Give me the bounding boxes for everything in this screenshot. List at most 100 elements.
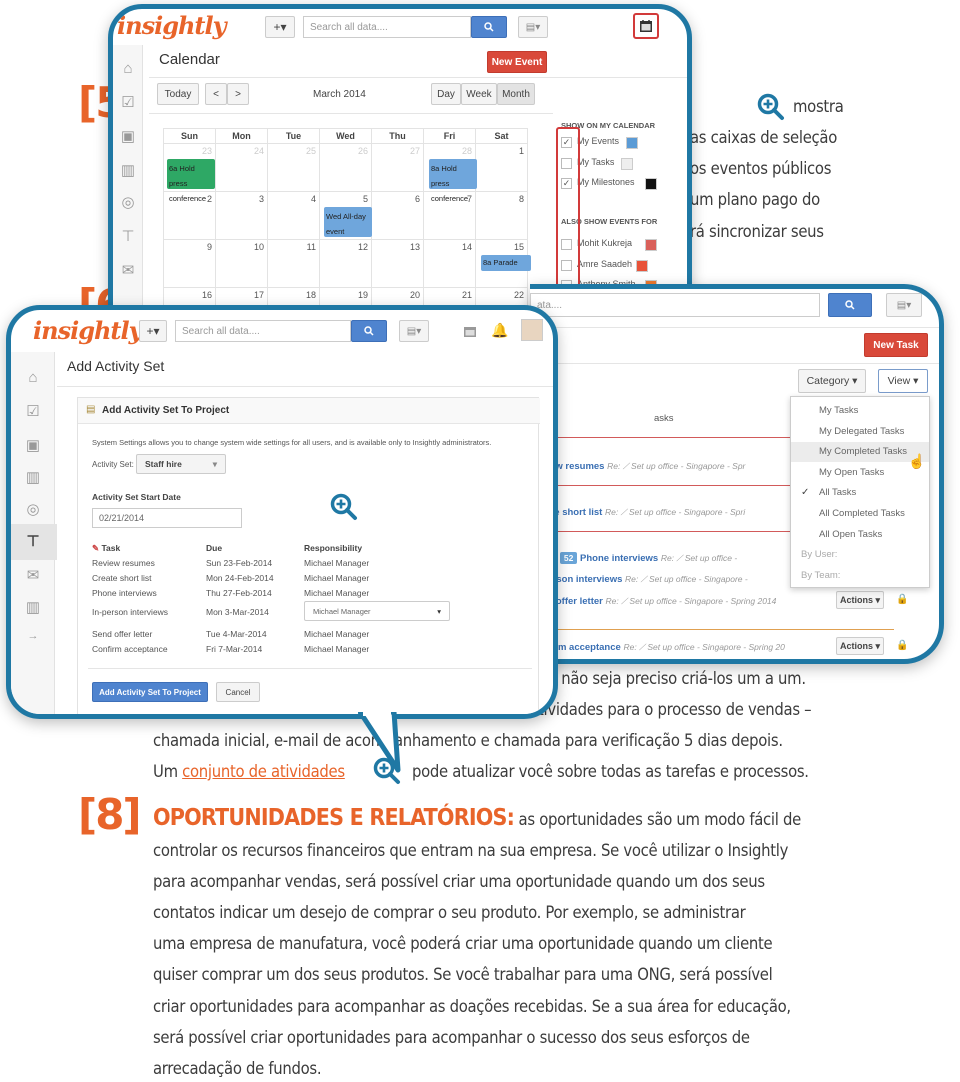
- card-title: Add Activity Set To Project: [102, 405, 230, 416]
- projects-icon[interactable]: ⊤: [24, 534, 42, 550]
- color-swatch[interactable]: [635, 259, 648, 272]
- menu-item[interactable]: My Completed Tasks: [819, 446, 907, 457]
- today-button[interactable]: Today: [157, 83, 199, 105]
- task-row[interactable]: Confirm acceptance Re: ⟋ Set up office -…: [530, 642, 785, 653]
- day-cell[interactable]: 13: [371, 239, 424, 288]
- search-button[interactable]: [828, 293, 872, 317]
- day-cell[interactable]: 24: [215, 143, 268, 192]
- view-day-button[interactable]: Day: [431, 83, 461, 105]
- reports-icon[interactable]: ▥: [24, 600, 42, 616]
- add-menu-button[interactable]: +▾: [139, 320, 167, 342]
- day-cell[interactable]: 12: [319, 239, 372, 288]
- organizations-icon[interactable]: ▥: [24, 470, 42, 486]
- prev-month-button[interactable]: <: [205, 83, 227, 105]
- calendar-event[interactable]: Wed All-day event: [324, 207, 372, 237]
- home-icon[interactable]: ⌂: [119, 61, 137, 77]
- search-input[interactable]: Search all data....: [175, 320, 351, 342]
- day-cell[interactable]: 3: [215, 191, 268, 240]
- color-swatch[interactable]: [645, 178, 658, 190]
- menu-item[interactable]: My Open Tasks: [819, 467, 884, 478]
- zoom-in-icon[interactable]: [756, 92, 786, 122]
- search-button[interactable]: [351, 320, 387, 342]
- day-cell[interactable]: 27: [371, 143, 424, 192]
- weekday-header: Fri: [423, 128, 476, 144]
- zoom-in-icon[interactable]: [329, 492, 359, 522]
- calendar-event[interactable]: 8a Hold press conference: [429, 159, 477, 203]
- tab-label: asks: [654, 413, 674, 424]
- actions-button[interactable]: Actions ▾: [836, 637, 884, 655]
- opportunities-icon[interactable]: ◎: [119, 195, 137, 211]
- task-row[interactable]: Review resumes Re: ⟋ Set up office - Sin…: [530, 461, 745, 472]
- tasks-icon[interactable]: ☑: [119, 95, 137, 111]
- view-button[interactable]: View ▾: [878, 369, 928, 393]
- notifications-bell-icon[interactable]: 🔔: [491, 322, 508, 339]
- email-icon[interactable]: ✉: [119, 263, 137, 279]
- add-activity-set-button[interactable]: Add Activity Set To Project: [92, 682, 208, 702]
- color-swatch[interactable]: [645, 239, 658, 251]
- task-row[interactable]: e call 52 Phone interviews Re: ⟋ Set up …: [530, 552, 737, 564]
- search-input[interactable]: ata....: [530, 293, 820, 317]
- organizations-icon[interactable]: ▥: [119, 163, 137, 179]
- task-row[interactable]: Create short list Re: ⟋ Set up office - …: [530, 507, 745, 518]
- actions-button[interactable]: Actions ▾: [836, 591, 884, 609]
- expand-arrow-icon[interactable]: →: [24, 628, 42, 644]
- day-cell[interactable]: 25: [267, 143, 320, 192]
- view-month-button[interactable]: Month: [497, 83, 535, 105]
- clipboard-icon: ▤: [86, 404, 96, 415]
- day-cell[interactable]: 4: [267, 191, 320, 240]
- day-cell[interactable]: 8: [475, 191, 528, 240]
- day-cell[interactable]: 26: [319, 143, 372, 192]
- home-icon[interactable]: ⌂: [24, 370, 42, 386]
- row-responsibility: Michael Manager: [304, 644, 370, 654]
- email-icon[interactable]: ✉: [24, 568, 42, 584]
- search-input[interactable]: Search all data....: [303, 16, 471, 38]
- contacts-icon[interactable]: ▣: [119, 129, 137, 145]
- task-row[interactable]: In-person interviews Re: ⟋ Set up office…: [530, 574, 748, 585]
- contacts-icon[interactable]: ▣: [24, 438, 42, 454]
- calendar-icon[interactable]: [639, 19, 653, 33]
- day-cell[interactable]: 11: [267, 239, 320, 288]
- calendar-event[interactable]: 8a Parade: [481, 255, 531, 271]
- day-cell[interactable]: 6: [371, 191, 424, 240]
- task-row[interactable]: Send offer letter Re: ⟋ Set up office - …: [530, 596, 776, 607]
- text-line: os eventos públicos: [690, 159, 832, 178]
- cancel-button[interactable]: Cancel: [216, 682, 260, 702]
- menu-item[interactable]: All Completed Tasks: [819, 508, 905, 519]
- check-icon: ✓: [801, 487, 810, 499]
- menu-item[interactable]: All Tasks: [819, 487, 856, 498]
- layout-menu-button[interactable]: ▤▾: [886, 293, 922, 317]
- menu-item[interactable]: My Tasks: [819, 405, 858, 416]
- day-cell[interactable]: 14: [423, 239, 476, 288]
- day-cell[interactable]: 1: [475, 143, 528, 192]
- link-prefix: Um: [153, 762, 183, 781]
- projects-icon[interactable]: ⊤: [119, 229, 137, 245]
- calendar-icon[interactable]: [463, 325, 477, 338]
- start-date-input[interactable]: 02/21/2014: [92, 508, 242, 528]
- task-name[interactable]: Phone interviews: [580, 553, 658, 564]
- responsibility-select[interactable]: Michael Manager ▾: [304, 601, 450, 621]
- layout-menu-button[interactable]: ▤▾: [518, 16, 548, 38]
- activity-set-select[interactable]: Staff hire ▾: [136, 454, 226, 474]
- add-menu-button[interactable]: +▾: [265, 16, 295, 38]
- new-event-button[interactable]: New Event: [487, 51, 547, 73]
- view-week-button[interactable]: Week: [461, 83, 497, 105]
- color-swatch[interactable]: [621, 157, 634, 170]
- activity-set-link[interactable]: conjunto de atividades: [182, 762, 345, 781]
- search-button[interactable]: [471, 16, 507, 38]
- day-cell[interactable]: 9: [163, 239, 216, 288]
- tasks-icon[interactable]: ☑: [24, 404, 42, 420]
- menu-item[interactable]: My Delegated Tasks: [819, 426, 904, 437]
- calendar-event[interactable]: 6a Hold press conference: [167, 159, 215, 203]
- color-swatch[interactable]: [626, 137, 639, 149]
- new-task-button[interactable]: New Task: [864, 333, 928, 357]
- opportunities-icon[interactable]: ◎: [24, 502, 42, 518]
- menu-section-header: By User:: [801, 549, 838, 561]
- menu-item[interactable]: All Open Tasks: [819, 529, 882, 540]
- layout-menu-button[interactable]: ▤▾: [399, 320, 429, 342]
- next-month-button[interactable]: >: [227, 83, 249, 105]
- day-cell[interactable]: 10: [215, 239, 268, 288]
- user-avatar[interactable]: [521, 319, 543, 341]
- category-button[interactable]: Category ▾: [798, 369, 866, 393]
- text-line: uma empresa de manufatura, você poderá c…: [153, 934, 773, 953]
- text-line: tividades para o processo de vendas –: [538, 700, 812, 719]
